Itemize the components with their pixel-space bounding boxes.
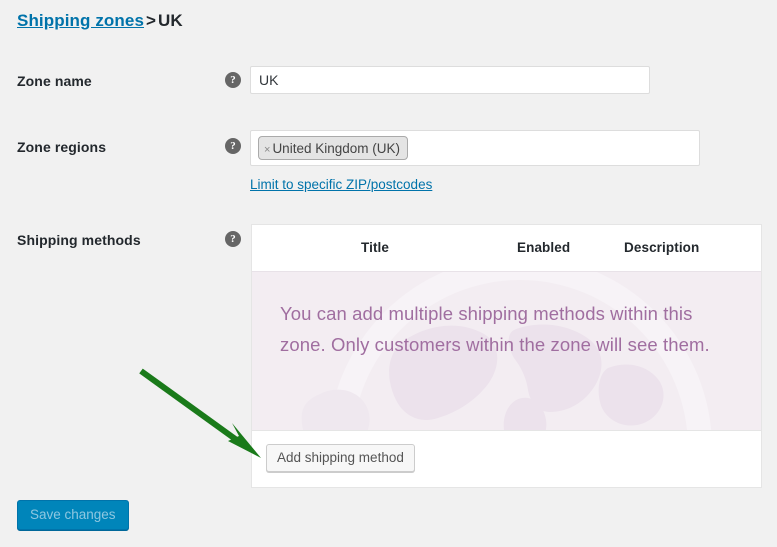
save-changes-button[interactable]: Save changes <box>17 500 129 530</box>
help-question-icon-shipping-methods[interactable]: ? <box>225 231 241 247</box>
shipping-methods-table: Title Enabled Description You can add mu… <box>251 224 762 488</box>
empty-methods-message: You can add multiple shipping methods wi… <box>280 298 720 360</box>
shipping-methods-label: Shipping methods <box>17 232 141 248</box>
help-question-icon-zone-regions[interactable]: ? <box>225 138 241 154</box>
table-footer-row: Add shipping method <box>252 431 761 487</box>
zone-regions-select[interactable]: ×United Kingdom (UK) <box>250 130 700 166</box>
region-chip[interactable]: ×United Kingdom (UK) <box>258 136 408 160</box>
breadcrumb-link-shipping-zones[interactable]: Shipping zones <box>17 11 144 30</box>
empty-methods-row: You can add multiple shipping methods wi… <box>252 272 761 431</box>
remove-region-icon[interactable]: × <box>264 144 270 156</box>
table-header-row: Title Enabled Description <box>252 225 761 272</box>
zone-name-input[interactable] <box>250 66 650 94</box>
zone-regions-label: Zone regions <box>17 139 106 155</box>
add-shipping-method-button[interactable]: Add shipping method <box>266 444 415 472</box>
breadcrumb-separator: > <box>146 11 156 30</box>
zone-name-label: Zone name <box>17 73 92 89</box>
help-question-icon-zone-name[interactable]: ? <box>225 72 241 88</box>
breadcrumb: Shipping zones>UK <box>17 11 183 31</box>
column-header-enabled: Enabled <box>517 240 570 255</box>
column-header-description: Description <box>624 240 699 255</box>
region-chip-label: United Kingdom (UK) <box>272 141 400 156</box>
column-header-title: Title <box>361 240 389 255</box>
limit-postcodes-link[interactable]: Limit to specific ZIP/postcodes <box>250 177 432 192</box>
breadcrumb-current-zone: UK <box>158 11 183 30</box>
